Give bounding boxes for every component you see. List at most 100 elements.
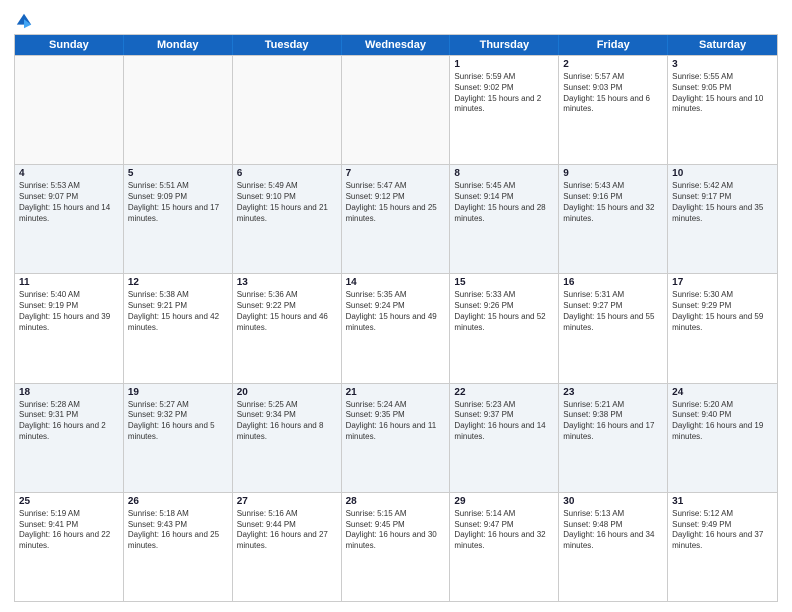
day-number: 16 bbox=[563, 277, 663, 288]
day-cell-19: 19Sunrise: 5:27 AM Sunset: 9:32 PM Dayli… bbox=[124, 384, 233, 492]
day-cell-28: 28 Sunrise: 5:15 AM Sunset: 9:45 PM Dayli… bbox=[342, 493, 451, 601]
day-cell-12: 12Sunrise: 5:38 AM Sunset: 9:21 PM Dayli… bbox=[124, 274, 233, 382]
day-cell-9: 9 Sunrise: 5:43 AM Sunset: 9:16 PM Daylig… bbox=[559, 165, 668, 273]
day-cell-29: 29 Sunrise: 5:14 AM Sunset: 9:47 PM Dayli… bbox=[450, 493, 559, 601]
day-cell-17: 17 Sunrise: 5:30 AM Sunset: 9:29 PM Dayli… bbox=[668, 274, 777, 382]
day-info: Sunrise: 5:53 AM Sunset: 9:07 PM Dayligh… bbox=[19, 181, 119, 224]
calendar-body: 1 Sunrise: 5:59 AM Sunset: 9:02 PM Daylig… bbox=[15, 55, 777, 601]
day-number: 6 bbox=[237, 168, 337, 179]
day-info: Sunrise: 5:13 AM Sunset: 9:48 PM Dayligh… bbox=[563, 509, 663, 552]
day-info: Sunrise: 5:19 AM Sunset: 9:41 PM Dayligh… bbox=[19, 509, 119, 552]
day-cell-6: 6 Sunrise: 5:49 AM Sunset: 9:10 PM Daylig… bbox=[233, 165, 342, 273]
day-info: Sunrise: 5:45 AM Sunset: 9:14 PM Dayligh… bbox=[454, 181, 554, 224]
day-info: Sunrise: 5:23 AM Sunset: 9:37 PM Dayligh… bbox=[454, 400, 554, 443]
day-info: Sunrise: 5:47 AM Sunset: 9:12 PM Dayligh… bbox=[346, 181, 446, 224]
day-cell-15: 15 Sunrise: 5:33 AM Sunset: 9:26 PM Dayli… bbox=[450, 274, 559, 382]
day-info: Sunrise: 5:33 AM Sunset: 9:26 PM Dayligh… bbox=[454, 290, 554, 333]
day-cell-26: 26Sunrise: 5:18 AM Sunset: 9:43 PM Dayli… bbox=[124, 493, 233, 601]
day-cell-22: 22 Sunrise: 5:23 AM Sunset: 9:37 PM Dayli… bbox=[450, 384, 559, 492]
day-info: Sunrise: 5:55 AM Sunset: 9:05 PM Dayligh… bbox=[672, 72, 773, 115]
day-cell-7: 7Sunrise: 5:47 AM Sunset: 9:12 PM Daylig… bbox=[342, 165, 451, 273]
day-number: 11 bbox=[19, 277, 119, 288]
day-number: 15 bbox=[454, 277, 554, 288]
day-cell-16: 16 Sunrise: 5:31 AM Sunset: 9:27 PM Dayli… bbox=[559, 274, 668, 382]
day-cell-14: 14 Sunrise: 5:35 AM Sunset: 9:24 PM Dayli… bbox=[342, 274, 451, 382]
day-info: Sunrise: 5:43 AM Sunset: 9:16 PM Dayligh… bbox=[563, 181, 663, 224]
day-number: 1 bbox=[454, 59, 554, 70]
day-cell-3: 3 Sunrise: 5:55 AM Sunset: 9:05 PM Daylig… bbox=[668, 56, 777, 164]
day-cell-8: 8 Sunrise: 5:45 AM Sunset: 9:14 PM Daylig… bbox=[450, 165, 559, 273]
logo bbox=[14, 10, 33, 30]
day-number: 23 bbox=[563, 387, 663, 398]
day-info: Sunrise: 5:35 AM Sunset: 9:24 PM Dayligh… bbox=[346, 290, 446, 333]
day-number: 8 bbox=[454, 168, 554, 179]
day-cell-20: 20 Sunrise: 5:25 AM Sunset: 9:34 PM Dayli… bbox=[233, 384, 342, 492]
day-number: 2 bbox=[563, 59, 663, 70]
day-cell-23: 23Sunrise: 5:21 AM Sunset: 9:38 PM Dayli… bbox=[559, 384, 668, 492]
day-number: 25 bbox=[19, 496, 119, 507]
day-number: 14 bbox=[346, 277, 446, 288]
empty-cell bbox=[15, 56, 124, 164]
day-number: 3 bbox=[672, 59, 773, 70]
empty-cell bbox=[233, 56, 342, 164]
day-number: 31 bbox=[672, 496, 773, 507]
day-number: 18 bbox=[19, 387, 119, 398]
day-of-week-saturday: Saturday bbox=[668, 35, 777, 55]
day-cell-4: 4 Sunrise: 5:53 AM Sunset: 9:07 PM Daylig… bbox=[15, 165, 124, 273]
day-number: 19 bbox=[128, 387, 228, 398]
day-number: 20 bbox=[237, 387, 337, 398]
day-info: Sunrise: 5:42 AM Sunset: 9:17 PM Dayligh… bbox=[672, 181, 773, 224]
day-number: 28 bbox=[346, 496, 446, 507]
day-number: 24 bbox=[672, 387, 773, 398]
calendar-row-3: 11Sunrise: 5:40 AM Sunset: 9:19 PM Dayli… bbox=[15, 273, 777, 382]
day-cell-27: 27 Sunrise: 5:16 AM Sunset: 9:44 PM Dayli… bbox=[233, 493, 342, 601]
day-cell-10: 10Sunrise: 5:42 AM Sunset: 9:17 PM Dayli… bbox=[668, 165, 777, 273]
day-info: Sunrise: 5:24 AM Sunset: 9:35 PM Dayligh… bbox=[346, 400, 446, 443]
day-cell-30: 30Sunrise: 5:13 AM Sunset: 9:48 PM Dayli… bbox=[559, 493, 668, 601]
day-cell-21: 21Sunrise: 5:24 AM Sunset: 9:35 PM Dayli… bbox=[342, 384, 451, 492]
calendar-row-4: 18Sunrise: 5:28 AM Sunset: 9:31 PM Dayli… bbox=[15, 383, 777, 492]
calendar: SundayMondayTuesdayWednesdayThursdayFrid… bbox=[14, 34, 778, 602]
day-number: 22 bbox=[454, 387, 554, 398]
day-info: Sunrise: 5:30 AM Sunset: 9:29 PM Dayligh… bbox=[672, 290, 773, 333]
day-info: Sunrise: 5:14 AM Sunset: 9:47 PM Dayligh… bbox=[454, 509, 554, 552]
day-info: Sunrise: 5:15 AM Sunset: 9:45 PM Dayligh… bbox=[346, 509, 446, 552]
day-number: 29 bbox=[454, 496, 554, 507]
day-info: Sunrise: 5:36 AM Sunset: 9:22 PM Dayligh… bbox=[237, 290, 337, 333]
day-number: 4 bbox=[19, 168, 119, 179]
day-number: 13 bbox=[237, 277, 337, 288]
logo-icon bbox=[15, 12, 33, 30]
day-info: Sunrise: 5:16 AM Sunset: 9:44 PM Dayligh… bbox=[237, 509, 337, 552]
day-number: 17 bbox=[672, 277, 773, 288]
day-info: Sunrise: 5:20 AM Sunset: 9:40 PM Dayligh… bbox=[672, 400, 773, 443]
day-cell-25: 25 Sunrise: 5:19 AM Sunset: 9:41 PM Dayli… bbox=[15, 493, 124, 601]
day-of-week-sunday: Sunday bbox=[15, 35, 124, 55]
day-info: Sunrise: 5:59 AM Sunset: 9:02 PM Dayligh… bbox=[454, 72, 554, 115]
day-cell-1: 1 Sunrise: 5:59 AM Sunset: 9:02 PM Daylig… bbox=[450, 56, 559, 164]
calendar-row-5: 25 Sunrise: 5:19 AM Sunset: 9:41 PM Dayli… bbox=[15, 492, 777, 601]
day-number: 12 bbox=[128, 277, 228, 288]
day-cell-18: 18Sunrise: 5:28 AM Sunset: 9:31 PM Dayli… bbox=[15, 384, 124, 492]
day-info: Sunrise: 5:49 AM Sunset: 9:10 PM Dayligh… bbox=[237, 181, 337, 224]
day-cell-5: 5 Sunrise: 5:51 AM Sunset: 9:09 PM Daylig… bbox=[124, 165, 233, 273]
day-cell-11: 11Sunrise: 5:40 AM Sunset: 9:19 PM Dayli… bbox=[15, 274, 124, 382]
day-number: 27 bbox=[237, 496, 337, 507]
day-of-week-monday: Monday bbox=[124, 35, 233, 55]
day-of-week-wednesday: Wednesday bbox=[342, 35, 451, 55]
calendar-row-1: 1 Sunrise: 5:59 AM Sunset: 9:02 PM Daylig… bbox=[15, 55, 777, 164]
day-of-week-tuesday: Tuesday bbox=[233, 35, 342, 55]
day-cell-31: 31 Sunrise: 5:12 AM Sunset: 9:49 PM Dayli… bbox=[668, 493, 777, 601]
day-info: Sunrise: 5:51 AM Sunset: 9:09 PM Dayligh… bbox=[128, 181, 228, 224]
day-number: 26 bbox=[128, 496, 228, 507]
day-info: Sunrise: 5:57 AM Sunset: 9:03 PM Dayligh… bbox=[563, 72, 663, 115]
day-of-week-friday: Friday bbox=[559, 35, 668, 55]
empty-cell bbox=[342, 56, 451, 164]
day-number: 9 bbox=[563, 168, 663, 179]
day-info: Sunrise: 5:25 AM Sunset: 9:34 PM Dayligh… bbox=[237, 400, 337, 443]
day-of-week-thursday: Thursday bbox=[450, 35, 559, 55]
calendar-header: SundayMondayTuesdayWednesdayThursdayFrid… bbox=[15, 35, 777, 55]
day-info: Sunrise: 5:31 AM Sunset: 9:27 PM Dayligh… bbox=[563, 290, 663, 333]
day-info: Sunrise: 5:12 AM Sunset: 9:49 PM Dayligh… bbox=[672, 509, 773, 552]
page-header bbox=[14, 10, 778, 30]
day-number: 5 bbox=[128, 168, 228, 179]
